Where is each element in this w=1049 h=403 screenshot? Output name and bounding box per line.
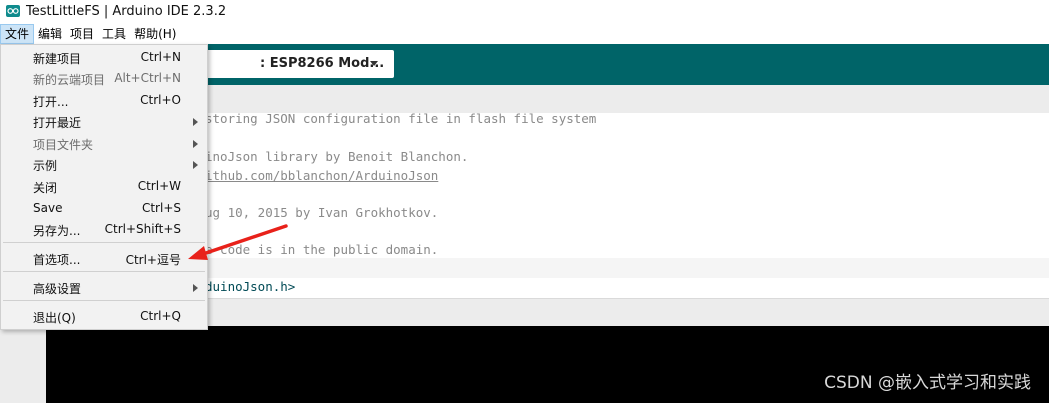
code-line: ug 10, 2015 by Ivan Grokhotkov. (205, 205, 439, 220)
chevron-right-icon (193, 140, 198, 148)
menu-item-shortcut: Ctrl+Q (140, 309, 181, 323)
menu-sketch[interactable]: 项目 (66, 24, 98, 44)
file-menu-dropdown: 新建项目 Ctrl+N 新的云端项目 Alt+Ctrl+N 打开... Ctrl… (0, 44, 208, 330)
menu-tools[interactable]: 工具 (98, 24, 130, 44)
menu-separator (3, 242, 205, 243)
menu-item-open[interactable]: 打开... Ctrl+O (1, 90, 207, 111)
menu-item-shortcut: Ctrl+W (137, 179, 181, 193)
title-bar: TestLittleFS | Arduino IDE 2.3.2 (0, 0, 1049, 22)
menu-item-label: 新建项目 (33, 52, 82, 66)
menu-item-quit[interactable]: 退出(Q) Ctrl+Q (1, 306, 207, 327)
menu-item-label: 项目文件夹 (33, 138, 94, 152)
chevron-right-icon (193, 161, 198, 169)
menu-item-label: 打开最近 (33, 116, 82, 130)
menu-item-shortcut: Ctrl+N (140, 50, 181, 64)
menu-item-label: 打开... (33, 95, 69, 109)
menu-item-open-recent[interactable]: 打开最近 (1, 111, 207, 132)
window-title: TestLittleFS | Arduino IDE 2.3.2 (26, 3, 227, 19)
menu-item-sketchbook[interactable]: 项目文件夹 (1, 133, 207, 154)
code-line: storing JSON configuration file in flash… (205, 111, 597, 126)
code-line: inoJson library by Benoit Blanchon. (205, 149, 469, 164)
menu-edit[interactable]: 编辑 (34, 24, 66, 44)
code-link[interactable]: ithub.com/bblanchon/ArduinoJson (205, 168, 438, 183)
menu-item-label: 高级设置 (33, 282, 82, 296)
menu-separator (3, 271, 205, 272)
menu-item-examples[interactable]: 示例 (1, 154, 207, 175)
output-panel[interactable]: CSDN @嵌入式学习和实践 (46, 326, 1049, 403)
menu-item-label: 退出(Q) (33, 311, 76, 325)
menu-item-label: 新的云端项目 (33, 73, 106, 87)
code-line: duinoJson.h> (205, 279, 296, 294)
menu-item-advanced[interactable]: 高级设置 (1, 277, 207, 298)
arduino-logo-icon (6, 5, 20, 17)
menu-item-label: Save (33, 201, 63, 215)
menu-item-shortcut: Ctrl+O (140, 93, 181, 107)
menu-item-shortcut: Alt+Ctrl+N (114, 71, 181, 85)
board-selector-label: : ESP8266 Mod... (260, 56, 385, 71)
chevron-right-icon (193, 284, 198, 292)
menu-item-shortcut: Ctrl+Shift+S (104, 222, 181, 236)
menu-item-label: 首选项... (33, 253, 81, 267)
menu-help[interactable]: 帮助(H) (130, 24, 180, 44)
menu-item-save-as[interactable]: 另存为... Ctrl+Shift+S (1, 219, 207, 240)
menu-item-close[interactable]: 关闭 Ctrl+W (1, 176, 207, 197)
annotation-arrow-icon (188, 224, 288, 260)
chevron-right-icon (193, 118, 198, 126)
menu-separator (3, 300, 205, 301)
menu-item-label: 示例 (33, 159, 58, 173)
menu-item-save[interactable]: Save Ctrl+S (1, 198, 207, 219)
menu-item-new-sketch[interactable]: 新建项目 Ctrl+N (1, 47, 207, 68)
watermark: CSDN @嵌入式学习和实践 (824, 373, 1031, 393)
menu-item-label: 关闭 (33, 181, 58, 195)
menu-item-new-cloud-sketch[interactable]: 新的云端项目 Alt+Ctrl+N (1, 68, 207, 89)
menu-bar: 文件 编辑 项目 工具 帮助(H) (0, 24, 1049, 44)
menu-item-label: 另存为... (33, 224, 81, 238)
menu-item-preferences[interactable]: 首选项... Ctrl+逗号 (1, 248, 207, 269)
board-selector[interactable]: : ESP8266 Mod... (206, 50, 394, 78)
menu-file[interactable]: 文件 (0, 24, 35, 44)
chevron-down-icon (370, 61, 378, 66)
menu-item-shortcut: Ctrl+逗号 (125, 253, 181, 267)
menu-item-shortcut: Ctrl+S (141, 201, 181, 215)
